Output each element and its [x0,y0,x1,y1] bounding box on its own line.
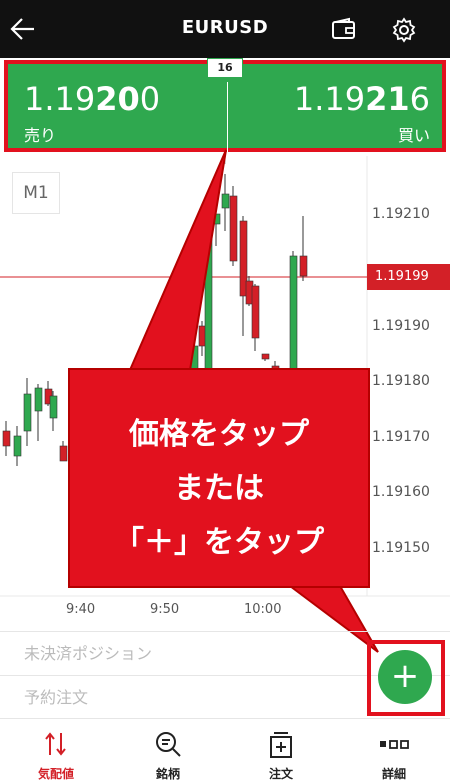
buy-price-bold: 21 [365,80,410,118]
more-icon [338,729,450,759]
nav-label: 詳細 [381,767,406,781]
y-tick-label: 1.19210 [372,206,430,222]
x-tick-label: 10:00 [244,602,282,617]
candle-body [34,387,43,412]
current-price-tag: 1.19199 [367,264,450,290]
candle-body [2,430,11,447]
y-tick-label: 1.19150 [372,540,430,556]
buy-price[interactable]: 1.19216 [294,80,430,118]
top-bar: EURUSD [0,0,450,58]
candle-body [59,445,68,462]
candle-body [229,195,238,262]
buy-price-suffix: 6 [409,80,430,118]
quote-panel: 1.19200 売り 1.19216 買い 16 [0,58,450,156]
nav-label: 銘柄 [155,767,180,781]
nav-item-symbols[interactable]: 銘柄 [112,719,224,782]
order-icon [225,729,337,759]
buy-price-prefix: 1.19 [293,80,366,118]
gear-icon[interactable] [390,16,418,44]
candle-body [261,353,270,360]
sell-price-prefix: 1.19 [24,80,96,118]
timeframe-selector[interactable]: M1 [12,172,60,214]
y-tick-label: 1.19190 [372,318,430,334]
nav-item-details[interactable]: 詳細 [338,719,450,782]
y-tick-label: 1.19180 [372,373,430,389]
candle-body [299,255,308,277]
candle-body [251,285,260,339]
buy-label: 買い [397,126,430,145]
candle-body [49,395,58,419]
spread-divider [227,82,228,152]
nav-label: 気配値 [37,767,74,781]
nav-label: 注文 [268,767,293,781]
sell-label: 売り [24,126,57,145]
bottom-navigation: 気配値 銘柄 注文 詳細 [0,718,450,782]
candle-body [221,193,230,209]
callout-text: 価格をタップ または 「＋」をタップ [70,408,368,570]
callout-line-3: 「＋」をタップ [114,525,324,560]
page-title: EURUSD [181,17,269,38]
tutorial-callout: 価格をタップ または 「＋」をタップ [68,368,370,588]
candle-body [289,255,298,382]
sell-price-suffix: 0 [139,80,161,118]
candle-body [212,213,221,225]
new-order-button[interactable]: + [378,650,432,704]
x-tick-label: 9:40 [66,602,96,617]
candle-body [13,435,22,457]
y-tick-label: 1.19160 [372,484,430,500]
quotes-icon [0,729,112,759]
nav-item-order[interactable]: 注文 [225,719,337,782]
nav-item-quotes[interactable]: 気配値 [0,719,112,782]
y-tick-label: 1.19170 [372,429,430,445]
wallet-icon[interactable] [330,16,358,42]
spread-badge: 16 [207,58,243,78]
search-icon [112,729,224,759]
x-tick-label: 9:50 [150,602,180,617]
sell-price[interactable]: 1.19200 [24,80,160,118]
callout-line-1: 価格をタップ [129,417,309,452]
candle-body [23,393,32,432]
sell-price-bold: 20 [95,80,140,118]
callout-line-2: または [174,471,264,506]
